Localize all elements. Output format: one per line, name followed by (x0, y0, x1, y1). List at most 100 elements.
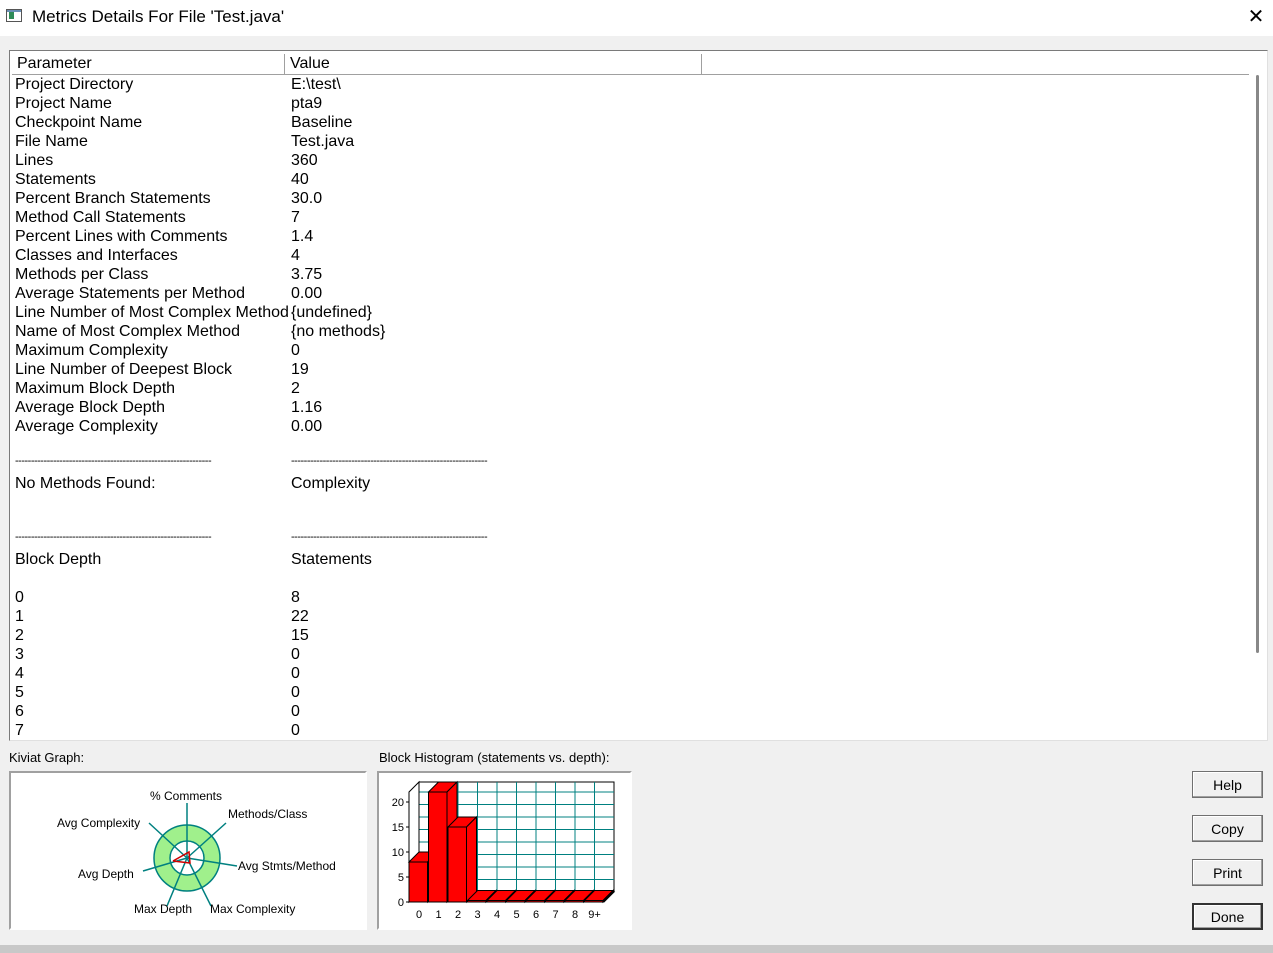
row-value: 0 (291, 342, 300, 359)
row-parameter: Method Call Statements (15, 209, 186, 226)
row-parameter: 6 (15, 703, 24, 720)
row-parameter: ----------------------------------------… (15, 455, 212, 467)
close-button[interactable]: ✕ (1240, 2, 1272, 32)
table-row[interactable]: 2 15 (10, 626, 1247, 645)
histogram-bar-front (584, 900, 604, 903)
table-row[interactable]: Statements 40 (10, 170, 1247, 189)
table-row[interactable]: Maximum Complexity 0 (10, 341, 1247, 360)
table-row[interactable]: File Name Test.java (10, 132, 1247, 151)
row-value: 1.4 (291, 228, 314, 245)
table-row[interactable]: Percent Branch Statements 30.0 (10, 189, 1247, 208)
table-row[interactable] (10, 493, 1247, 512)
row-value: 30.0 (291, 190, 323, 207)
column-header-parameter[interactable]: Parameter (12, 54, 285, 74)
table-row[interactable]: Percent Lines with Comments 1.4 (10, 227, 1247, 246)
histogram-xtick-label: 3 (474, 909, 480, 921)
table-row[interactable]: Block Depth Statements (10, 550, 1247, 569)
row-parameter: 0 (15, 589, 24, 606)
help-button[interactable]: Help (1192, 771, 1263, 798)
table-row[interactable]: Name of Most Complex Method {no methods} (10, 322, 1247, 341)
table-row[interactable]: Lines 360 (10, 151, 1247, 170)
histogram-bar-front (428, 791, 448, 903)
row-parameter: Checkpoint Name (15, 114, 143, 131)
row-value: 15 (291, 627, 309, 644)
histogram-xtick-label: 6 (533, 909, 539, 921)
table-row[interactable]: 50 (10, 683, 1247, 702)
row-parameter: Methods per Class (15, 266, 149, 283)
row-parameter: Percent Lines with Comments (15, 228, 228, 245)
row-parameter: Percent Branch Statements (15, 190, 211, 207)
row-value: 360 (291, 152, 318, 169)
table-row[interactable]: Classes and Interfaces 4 (10, 246, 1247, 265)
table-row[interactable]: Maximum Block Depth 2 (10, 379, 1247, 398)
histogram-xtick-label: 5 (513, 909, 519, 921)
histogram-bar-front (564, 900, 584, 903)
kiviat-axis-max-depth: Max Depth (134, 902, 192, 916)
row-value: {no methods} (291, 323, 386, 340)
kiviat-label: Kiviat Graph: (9, 750, 85, 765)
row-value: 7 (291, 209, 300, 226)
histogram-ytick-label: 20 (392, 797, 404, 809)
row-value: 0 (291, 684, 300, 701)
metrics-list[interactable]: Parameter Value Project Directory E:\test… (9, 50, 1268, 741)
histogram-label: Block Histogram (statements vs. depth): (379, 750, 610, 765)
table-row[interactable]: ----------------------------------------… (10, 531, 1247, 550)
row-parameter: Average Block Depth (15, 399, 166, 416)
row-parameter: Classes and Interfaces (15, 247, 178, 264)
table-row[interactable]: 40 (10, 664, 1247, 683)
histogram-svg: 0 5 10 15 20 0 1 2 3 4 5 6 7 8 9+ (392, 780, 616, 921)
table-row[interactable]: Average Block Depth 1.16 (10, 398, 1247, 417)
table-row[interactable]: Method Call Statements 7 (10, 208, 1247, 227)
column-header-empty (702, 54, 1249, 74)
histogram-xtick-label: 7 (552, 909, 558, 921)
table-row[interactable]: 1 22 (10, 607, 1247, 626)
row-value: 2 (291, 380, 300, 397)
table-row[interactable] (10, 569, 1247, 588)
table-row[interactable]: 08 (10, 588, 1247, 607)
row-parameter: Line Number of Deepest Block (15, 361, 232, 378)
table-row[interactable]: Project Directory E:\test\ (10, 75, 1247, 94)
table-row[interactable]: ----------------------------------------… (10, 455, 1247, 474)
row-parameter: Block Depth (15, 551, 102, 568)
table-row[interactable]: Checkpoint Name Baseline (10, 113, 1247, 132)
table-row[interactable]: Average Statements per Method 0.00 (10, 284, 1247, 303)
row-parameter: Project Name (15, 95, 112, 112)
table-row[interactable]: Line Number of Most Complex Method {undef… (10, 303, 1247, 322)
row-value: 4 (291, 247, 300, 264)
row-value: 8 (291, 589, 300, 606)
vertical-scrollbar[interactable] (1250, 73, 1267, 740)
row-value: E:\test\ (291, 76, 341, 93)
table-row[interactable]: No Methods Found: Complexity (10, 474, 1247, 493)
row-parameter: Maximum Complexity (15, 342, 168, 359)
kiviat-axis-avg-depth: Avg Depth (78, 867, 134, 881)
histogram-xtick-label: 2 (455, 909, 461, 921)
table-row[interactable]: Methods per Class 3.75 (10, 265, 1247, 284)
table-row[interactable]: 70 (10, 721, 1247, 740)
row-value: 40 (291, 171, 309, 188)
title-bar: Metrics Details For File 'Test.java' ✕ (0, 0, 1273, 36)
table-row[interactable]: Project Name pta9 (10, 94, 1247, 113)
done-button[interactable]: Done (1192, 903, 1263, 930)
table-row[interactable]: Line Number of Deepest Block 19 (10, 360, 1247, 379)
row-value: 0 (291, 665, 300, 682)
histogram-ytick-label: 10 (392, 847, 404, 859)
column-header-value[interactable]: Value (285, 54, 702, 74)
scrollbar-thumb[interactable] (1256, 75, 1259, 653)
table-row[interactable]: 30 (10, 645, 1247, 664)
histogram-ytick-label: 5 (398, 872, 404, 884)
row-parameter: Statements (15, 171, 96, 188)
histogram-bar-front (408, 861, 428, 903)
row-value: Statements (291, 551, 372, 568)
table-row[interactable]: Average Complexity 0.00 (10, 417, 1247, 436)
histogram-bar-front (506, 900, 526, 903)
row-parameter: 7 (15, 722, 24, 739)
copy-button[interactable]: Copy (1192, 815, 1263, 842)
row-value: 0.00 (291, 418, 323, 435)
table-row[interactable]: 60 (10, 702, 1247, 721)
app-icon (6, 9, 22, 22)
row-value: 22 (291, 608, 309, 625)
print-button[interactable]: Print (1192, 859, 1263, 886)
row-value: 0 (291, 703, 300, 720)
kiviat-axis-avg-stmts: Avg Stmts/Method (238, 859, 336, 873)
kiviat-axis-comments: % Comments (150, 789, 222, 803)
